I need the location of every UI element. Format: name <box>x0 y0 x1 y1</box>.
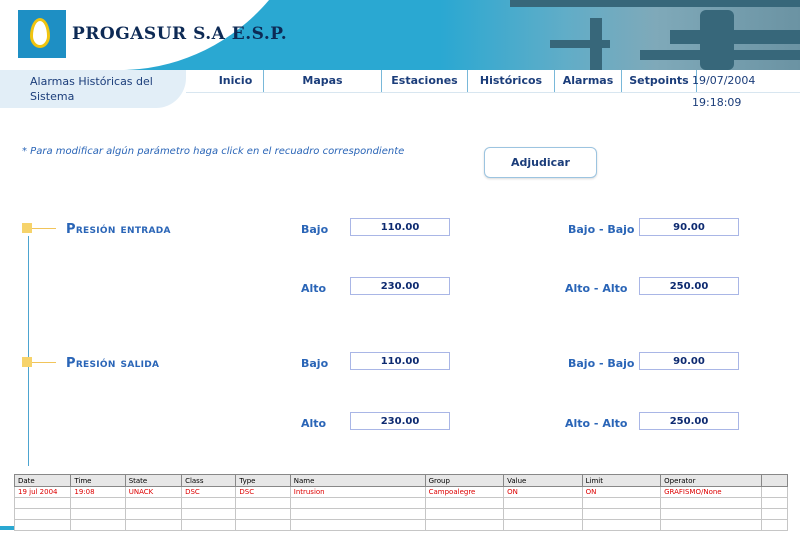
instruction-note: * Para modificar algún parámetro haga cl… <box>22 146 405 157</box>
cell-spacer <box>760 486 789 498</box>
cell-operator: GRAFISMO/None <box>660 486 762 498</box>
table-row-empty <box>13 519 789 531</box>
cell-time: 19:08 <box>70 486 126 498</box>
table-row-empty <box>13 508 789 520</box>
datetime-readout: 19/07/2004 19:18:09 <box>692 74 756 109</box>
section-connector-line <box>28 236 29 466</box>
nav-inicio[interactable]: Inicio <box>208 70 264 92</box>
col-spacer <box>760 474 789 487</box>
table-header-row: Date Time State Class Type Name Group Va… <box>13 474 789 487</box>
salida-alto-alto-field[interactable]: 250.00 <box>639 412 739 430</box>
col-time[interactable]: Time <box>70 474 126 487</box>
entrada-alto-field[interactable]: 230.00 <box>350 277 450 295</box>
table-row[interactable]: 19 jul 2004 19:08 UNACK DSC DSC Intrusio… <box>13 486 789 498</box>
section-title-presion-entrada: Presión entrada <box>66 222 171 237</box>
cell-date: 19 jul 2004 <box>13 486 72 498</box>
col-name[interactable]: Name <box>289 474 426 487</box>
cell-group: Campoalegre <box>424 486 505 498</box>
page-subtitle: Alarmas Históricas del Sistema <box>30 75 153 103</box>
entrada-bajo-field[interactable]: 110.00 <box>350 218 450 236</box>
nav-bar: Inicio Mapas Estaciones Históricos Alarm… <box>208 70 697 92</box>
section-bullet-icon <box>22 223 32 233</box>
flame-logo-icon <box>30 18 50 48</box>
col-group[interactable]: Group <box>424 474 505 487</box>
col-operator[interactable]: Operator <box>660 474 762 487</box>
cell-type: DSC <box>235 486 291 498</box>
salida-bajo-field[interactable]: 110.00 <box>350 352 450 370</box>
cell-value: ON <box>503 486 583 498</box>
section-bullet-line <box>32 362 56 363</box>
bottom-accent-bar <box>0 526 14 530</box>
col-date[interactable]: Date <box>13 474 72 487</box>
adjudicar-button[interactable]: Adjudicar <box>484 147 597 178</box>
company-name: PROGASUR S.A E.S.P. <box>72 24 288 44</box>
table-row-empty <box>13 497 789 509</box>
label-bajo: Bajo <box>301 223 329 236</box>
pipes-photo <box>440 0 800 70</box>
cell-state: UNACK <box>124 486 183 498</box>
entrada-bajo-bajo-field[interactable]: 90.00 <box>639 218 739 236</box>
col-value[interactable]: Value <box>503 474 583 487</box>
label-alto-alto: Alto - Alto <box>565 417 628 430</box>
label-bajo-bajo: Bajo - Bajo <box>568 223 635 236</box>
section-title-presion-salida: Presión salida <box>66 356 160 371</box>
section-bullet-line <box>32 228 56 229</box>
cell-limit: ON <box>581 486 662 498</box>
nav-estaciones[interactable]: Estaciones <box>382 70 468 92</box>
salida-bajo-bajo-field[interactable]: 90.00 <box>639 352 739 370</box>
label-alto: Alto <box>301 417 327 430</box>
label-alto: Alto <box>301 282 327 295</box>
nav-mapas[interactable]: Mapas <box>264 70 382 92</box>
col-type[interactable]: Type <box>235 474 291 487</box>
col-state[interactable]: State <box>124 474 183 487</box>
label-bajo: Bajo <box>301 357 329 370</box>
entrada-alto-alto-field[interactable]: 250.00 <box>639 277 739 295</box>
cell-class: DSC <box>181 486 237 498</box>
nav-divider <box>186 92 800 93</box>
nav-setpoints[interactable]: Setpoints <box>622 70 697 92</box>
cell-name: Intrusion <box>289 486 426 498</box>
col-limit[interactable]: Limit <box>581 474 662 487</box>
alarm-table: Date Time State Class Type Name Group Va… <box>13 474 789 531</box>
label-alto-alto: Alto - Alto <box>565 282 628 295</box>
nav-historicos[interactable]: Históricos <box>468 70 555 92</box>
col-class[interactable]: Class <box>181 474 237 487</box>
nav-alarmas[interactable]: Alarmas <box>555 70 622 92</box>
label-bajo-bajo: Bajo - Bajo <box>568 357 635 370</box>
section-bullet-icon <box>22 357 32 367</box>
salida-alto-field[interactable]: 230.00 <box>350 412 450 430</box>
